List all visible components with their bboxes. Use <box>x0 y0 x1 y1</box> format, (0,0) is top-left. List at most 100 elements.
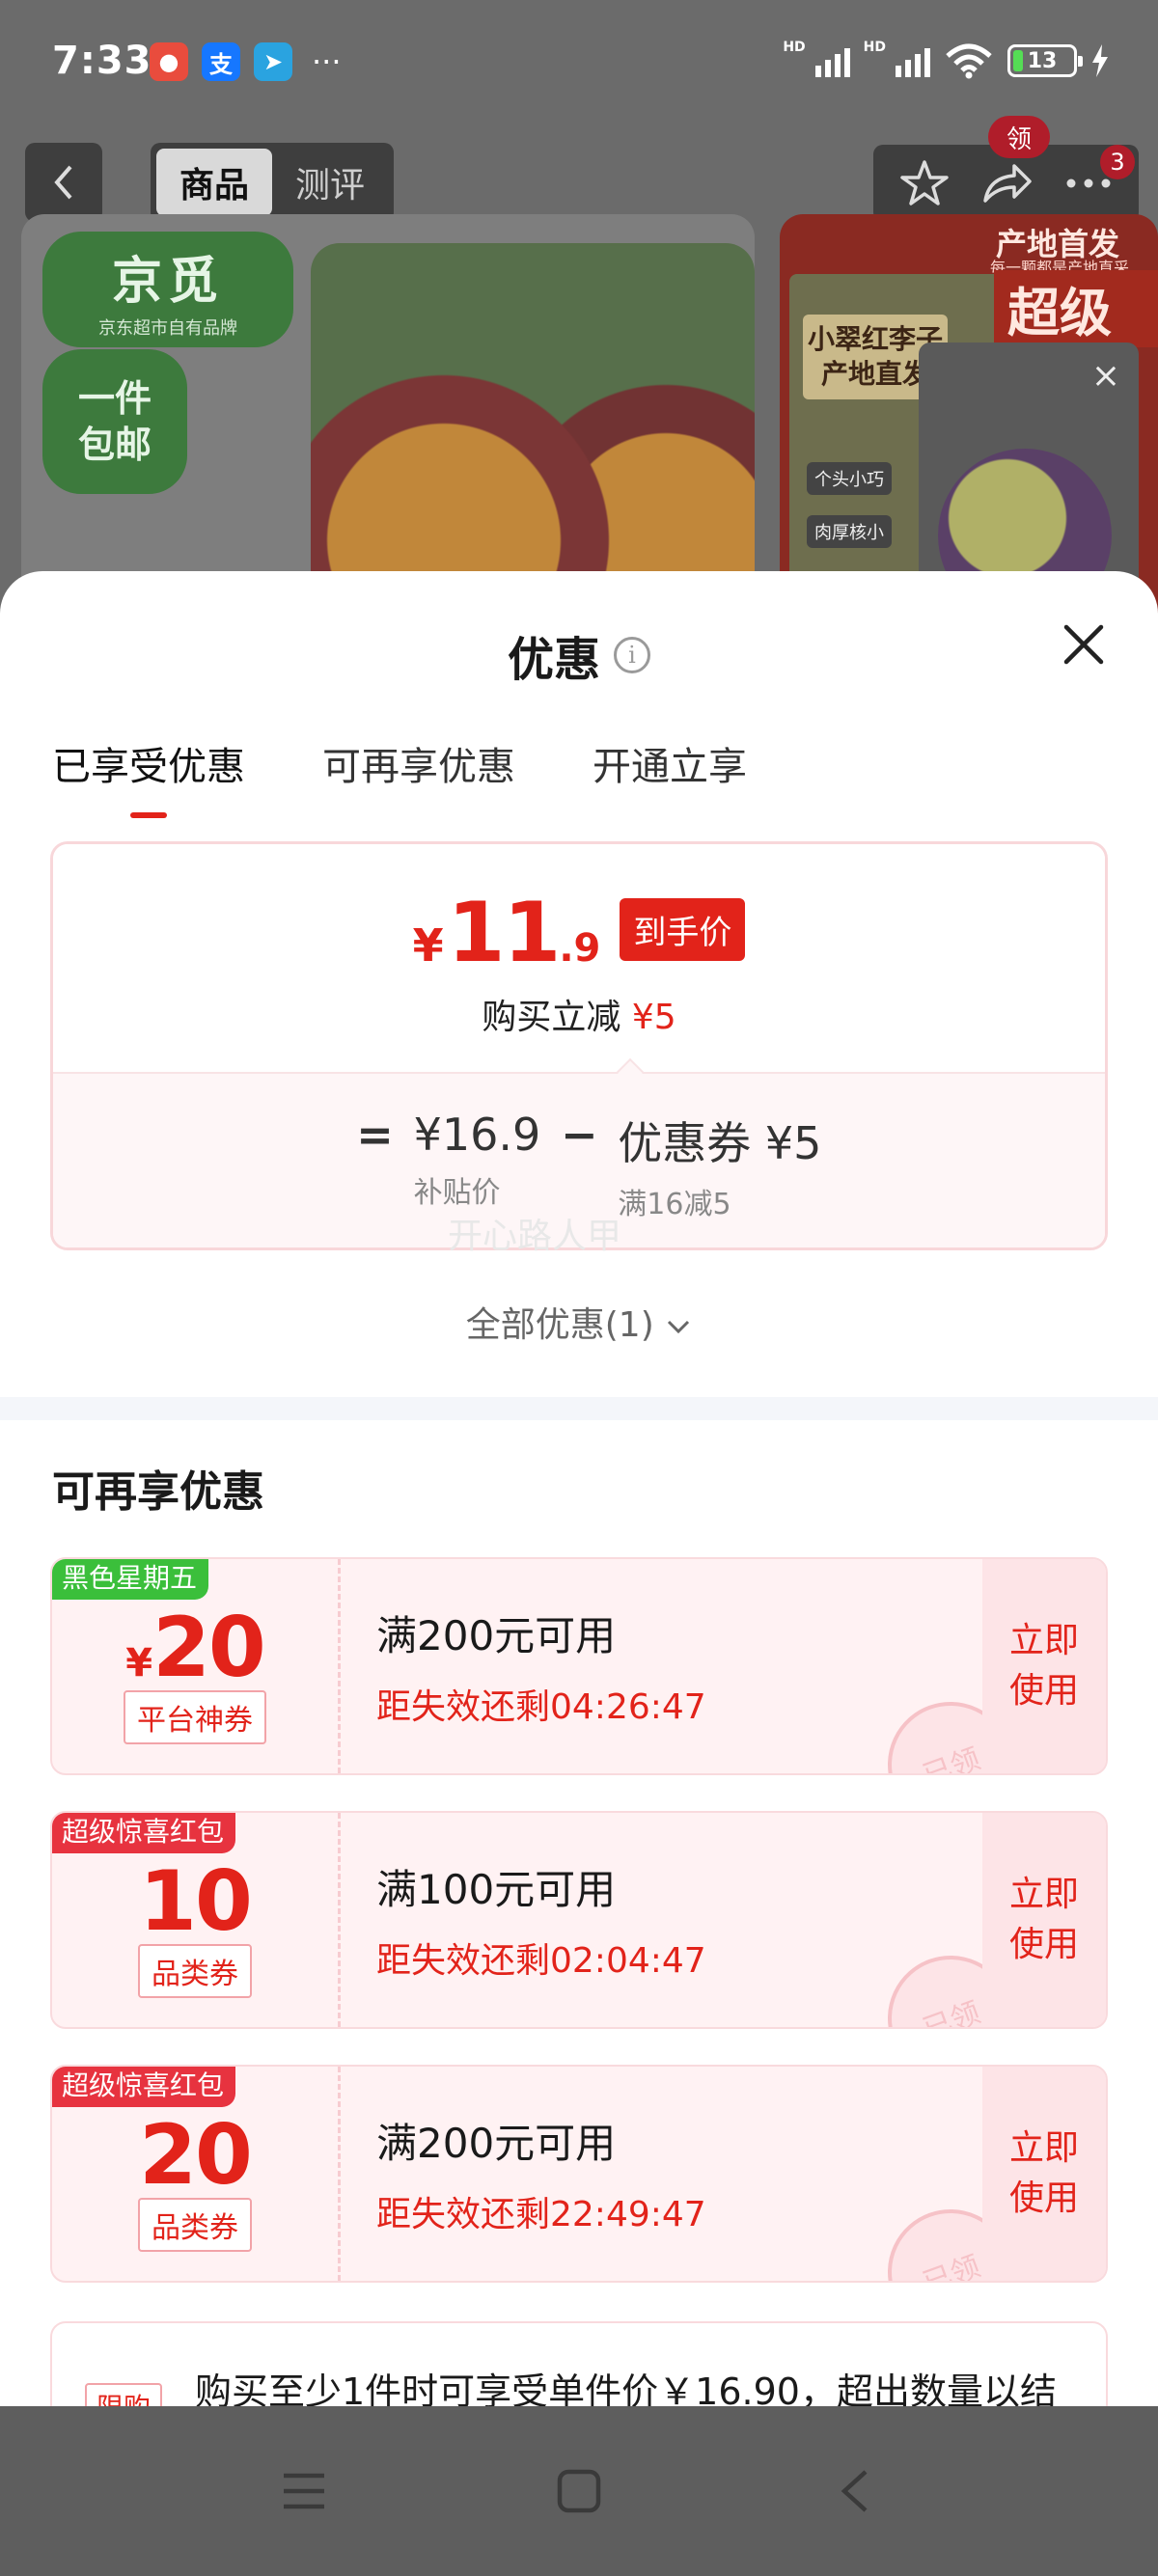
coupon-currency: ¥ <box>125 1641 153 1685</box>
coupon-value: 20 <box>139 2107 253 2204</box>
back-triangle-icon <box>841 2470 868 2512</box>
side-bullet-1: 个头小巧 <box>807 462 892 495</box>
coupon-type-wrap: 平台神券 <box>52 1690 338 1744</box>
free-shipping-text: 一件包邮 <box>77 377 152 466</box>
back-button[interactable] <box>25 143 102 222</box>
plum-photo <box>311 243 755 617</box>
tab-product[interactable]: 商品 <box>156 149 272 216</box>
alipay-icon: 支 <box>202 42 240 81</box>
final-price: ¥ 11 .9 到手价 <box>53 885 1105 981</box>
signal-icon-2 <box>896 44 930 77</box>
notification-icons: ● 支 ➤ ··· <box>150 42 342 81</box>
sheet-header: 优惠 i <box>0 621 1158 689</box>
coupon-badge: 超级惊喜红包 <box>52 2067 236 2107</box>
tab-more-discounts[interactable]: 可再享优惠 <box>322 735 515 791</box>
coupon-amount: 10 <box>52 1853 338 1950</box>
sheet-title: 优惠 <box>507 633 600 687</box>
coupon-card[interactable]: 10 品类券 超级惊喜红包 满100元可用 距失效还剩02:04:47 已领 立… <box>50 1811 1108 2029</box>
claim-coupon-badge[interactable]: 领 <box>988 116 1050 158</box>
hd-label: HD <box>783 40 806 55</box>
discount-tabs: 已享受优惠 可再享优惠 开通立享 <box>52 735 747 818</box>
final-price-top: ¥ 11 .9 到手价 购买立减 ¥5 <box>53 844 1105 1072</box>
system-icons: HD HD 13 <box>783 40 1110 79</box>
price-integer: 11 <box>447 885 562 981</box>
more-notifications-icon: ··· <box>312 43 342 80</box>
use-coupon-button[interactable]: 立即使用 <box>982 1813 1106 2027</box>
more-discounts-title: 可再享优惠 <box>52 1467 264 1517</box>
all-discounts-toggle[interactable]: 全部优惠(1) <box>0 1297 1158 1347</box>
star-icon[interactable] <box>897 156 951 210</box>
hd-label-2: HD <box>863 40 886 55</box>
side-bullet-2: 肉厚核小 <box>807 515 892 548</box>
product-tabs: 商品 测评 <box>151 143 394 222</box>
status-time: 7:33 <box>52 39 152 83</box>
coupon-rule: 满16减5 <box>618 1188 731 1221</box>
battery-icon: 13 <box>1007 44 1083 77</box>
coupon-card[interactable]: ¥20 平台神券 黑色星期五 满200元可用 距失效还剩04:26:47 已领 … <box>50 1557 1108 1775</box>
purchase-limit-text: 购买至少1件时可享受单件价￥16.90，超出数量以结 <box>195 2370 1057 2406</box>
telegram-icon: ➤ <box>254 42 292 81</box>
coupon-value: 10 <box>139 1853 253 1950</box>
coupon-badge: 黑色星期五 <box>52 1559 209 1600</box>
use-coupon-button[interactable]: 立即使用 <box>982 2067 1106 2281</box>
brand-name: 京觅 <box>111 252 224 311</box>
discount-sheet: 优惠 i 已享受优惠 可再享优惠 开通立享 ¥ 11 .9 到手价 购买立减 ¥… <box>0 571 1158 2406</box>
coupon-amount: ¥20 <box>52 1600 338 1696</box>
reduction-amount: ¥5 <box>631 998 676 1037</box>
status-bar: 7:33 ● 支 ➤ ··· HD HD 13 <box>0 0 1158 130</box>
price-formula: = ¥16.9 补贴价 − 优惠券 ¥5 满16减5 <box>53 1109 1105 1222</box>
reduction-label: 购买立减 <box>482 998 621 1037</box>
back-nav-button[interactable] <box>820 2457 888 2525</box>
product-image-main[interactable]: 京觅 京东超市自有品牌 一件包邮 <box>21 214 755 617</box>
tab-enjoyed-discounts[interactable]: 已享受优惠 <box>52 735 245 818</box>
super-label: 超级 <box>994 270 1158 347</box>
system-nav-bar <box>0 2406 1158 2576</box>
chevron-left-icon <box>54 165 72 200</box>
brand-logo: 京觅 京东超市自有品牌 <box>42 232 293 347</box>
use-coupon-button[interactable]: 立即使用 <box>982 1559 1106 1773</box>
coupon-badge: 超级惊喜红包 <box>52 1813 236 1853</box>
coupon-separator <box>338 1559 341 1773</box>
coupon-condition: 满200元可用 <box>376 2120 617 2167</box>
coupon-separator <box>338 1813 341 2027</box>
coupon-type: 平台神券 <box>124 1690 266 1744</box>
final-price-box: ¥ 11 .9 到手价 购买立减 ¥5 = ¥16.9 补贴价 − 优惠券 ¥5 <box>50 841 1108 1250</box>
coupon-condition: 满100元可用 <box>376 1866 617 1913</box>
coupon-type: 品类券 <box>138 1944 252 1998</box>
coupon-type-wrap: 品类券 <box>52 1944 338 1998</box>
home-square-icon <box>557 2469 601 2513</box>
coupon-amount: 20 <box>52 2107 338 2204</box>
tab-review[interactable]: 测评 <box>272 149 388 216</box>
coupon-value: 20 <box>152 1600 266 1696</box>
coupon-timer: 距失效还剩22:49:47 <box>376 2195 706 2234</box>
price-decimal: .9 <box>559 926 601 971</box>
battery-level: 13 <box>1027 48 1058 73</box>
charging-icon <box>1092 44 1108 77</box>
wifi-icon <box>946 43 992 79</box>
purchase-limit-card: 限购 购买至少1件时可享受单件价￥16.90，超出数量以结 <box>50 2321 1108 2406</box>
coupon-card[interactable]: 20 品类券 超级惊喜红包 满200元可用 距失效还剩22:49:47 已领 立… <box>50 2065 1108 2283</box>
close-sheet-button[interactable] <box>1057 617 1111 671</box>
base-price-label: 补贴价 <box>413 1176 501 1210</box>
brand-subtitle: 京东超市自有品牌 <box>98 317 237 339</box>
coupon-col: 优惠券 ¥5 满16减5 <box>618 1109 821 1222</box>
close-icon <box>1063 624 1104 665</box>
home-button[interactable] <box>545 2457 613 2525</box>
coupon-separator <box>338 2067 341 2281</box>
menu-button[interactable] <box>270 2457 338 2525</box>
coupon-deduction: 优惠券 ¥5 <box>618 1117 822 1169</box>
close-video-icon[interactable]: × <box>1083 352 1129 398</box>
coupon-condition: 满200元可用 <box>376 1612 617 1659</box>
signal-icon <box>814 44 850 77</box>
info-icon[interactable]: i <box>614 637 650 673</box>
coupon-timer: 距失效还剩02:04:47 <box>376 1941 706 1981</box>
tab-activate-discounts[interactable]: 开通立享 <box>593 735 747 791</box>
product-page-backdrop: 7:33 ● 支 ➤ ··· HD HD 13 商品 测评 领 3 京觅 京东超… <box>0 0 1158 617</box>
menu-icon <box>284 2473 324 2509</box>
final-price-tag: 到手价 <box>620 898 746 961</box>
all-discounts-label: 全部优惠(1) <box>465 1305 654 1345</box>
chevron-down-icon <box>668 1320 690 1334</box>
share-icon[interactable] <box>979 156 1034 210</box>
free-shipping-label: 一件包邮 <box>42 349 187 494</box>
watermark: 开心路人甲 <box>448 1217 622 1256</box>
